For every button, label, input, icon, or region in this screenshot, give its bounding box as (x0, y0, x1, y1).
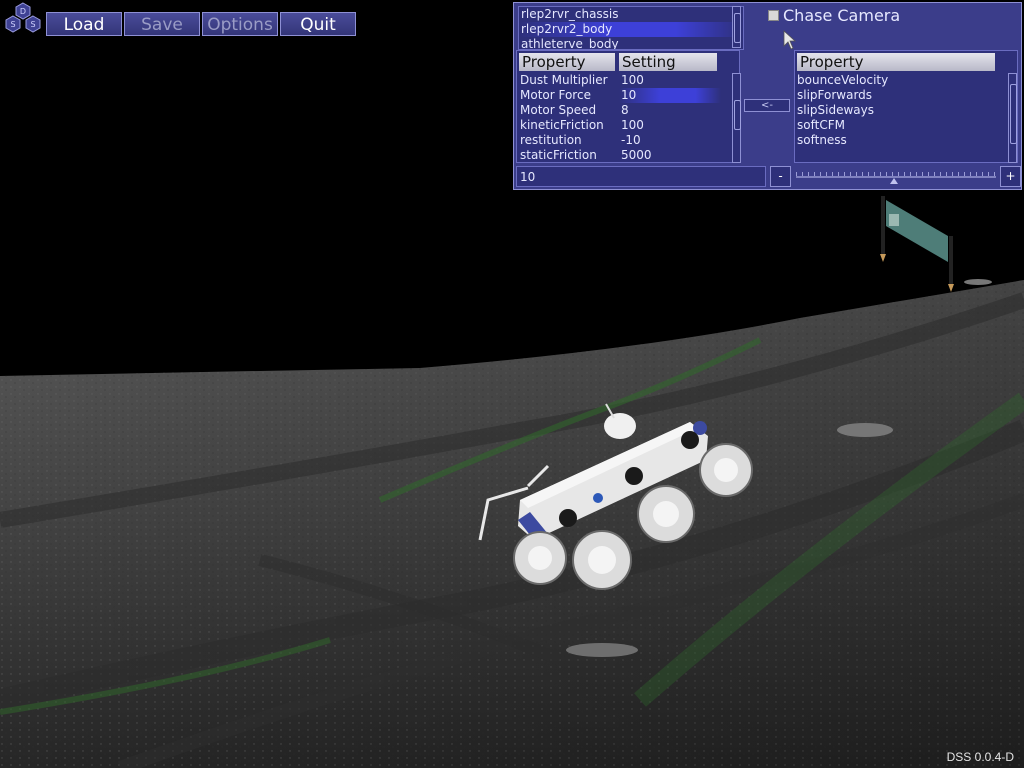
setting-value[interactable]: -10 (621, 133, 641, 148)
setting-property[interactable]: kineticFriction (520, 118, 604, 133)
setting-value[interactable]: 10 (621, 88, 636, 103)
decrement-button[interactable]: - (770, 166, 791, 187)
setting-value[interactable]: 8 (621, 103, 629, 118)
value-input[interactable]: 10 (516, 166, 766, 187)
object-list-item[interactable]: athleterve_body (519, 37, 743, 49)
slider-knob[interactable] (890, 178, 898, 184)
available-property[interactable]: slipForwards (797, 88, 872, 103)
available-property[interactable]: slipSideways (797, 103, 874, 118)
column-header-property[interactable]: Property (797, 53, 995, 71)
column-header-setting[interactable]: Setting (619, 53, 717, 71)
setting-value[interactable]: 100 (621, 73, 644, 88)
setting-value[interactable]: 100 (621, 118, 644, 133)
properties-panel: rlep2rvr_chassis rlep2rvr2_body athleter… (513, 2, 1022, 190)
settings-table-scrollbar[interactable] (732, 73, 741, 163)
setting-property[interactable]: staticFriction (520, 148, 597, 162)
settings-table[interactable]: Property Setting Dust Multiplier 100 Mot… (516, 50, 740, 163)
rock (837, 423, 893, 437)
available-property[interactable]: softness (797, 133, 847, 148)
available-property[interactable]: bounceVelocity (797, 73, 888, 88)
object-list[interactable]: rlep2rvr_chassis rlep2rvr2_body athleter… (518, 6, 744, 50)
setting-value[interactable]: 5000 (621, 148, 652, 162)
svg-text:S: S (10, 20, 15, 29)
available-property[interactable]: softCFM (797, 118, 845, 133)
available-properties-list[interactable]: Property bounceVelocity slipForwards sli… (794, 50, 1018, 163)
chase-camera-checkbox[interactable] (768, 10, 779, 21)
setting-property[interactable]: Dust Multiplier (520, 73, 608, 88)
value-slider[interactable] (794, 166, 998, 187)
options-button[interactable]: Options (202, 12, 278, 36)
increment-button[interactable]: + (1000, 166, 1021, 187)
svg-text:S: S (30, 20, 35, 29)
chase-camera-label: Chase Camera (783, 6, 901, 25)
svg-text:D: D (20, 7, 26, 16)
object-list-scrollbar[interactable] (732, 6, 741, 48)
mouse-cursor-icon (783, 30, 797, 50)
setting-property[interactable]: Motor Speed (520, 103, 596, 118)
object-list-item-selected[interactable]: rlep2rvr2_body (519, 22, 743, 37)
transfer-property-button[interactable]: <- (744, 99, 790, 112)
main-menu: Load Save Options Quit (46, 12, 356, 36)
quit-button[interactable]: Quit (280, 12, 356, 36)
object-list-item[interactable]: rlep2rvr_chassis (519, 7, 743, 22)
load-button[interactable]: Load (46, 12, 122, 36)
dss-logo: D S S (5, 2, 41, 33)
rock (566, 643, 638, 657)
chase-camera-toggle[interactable]: Chase Camera (768, 6, 900, 25)
setting-property[interactable]: restitution (520, 133, 582, 148)
save-button[interactable]: Save (124, 12, 200, 36)
column-header-property[interactable]: Property (519, 53, 615, 71)
setting-property[interactable]: Motor Force (520, 88, 591, 103)
available-list-scrollbar[interactable] (1008, 73, 1017, 163)
version-label: DSS 0.0.4-D (946, 750, 1014, 764)
